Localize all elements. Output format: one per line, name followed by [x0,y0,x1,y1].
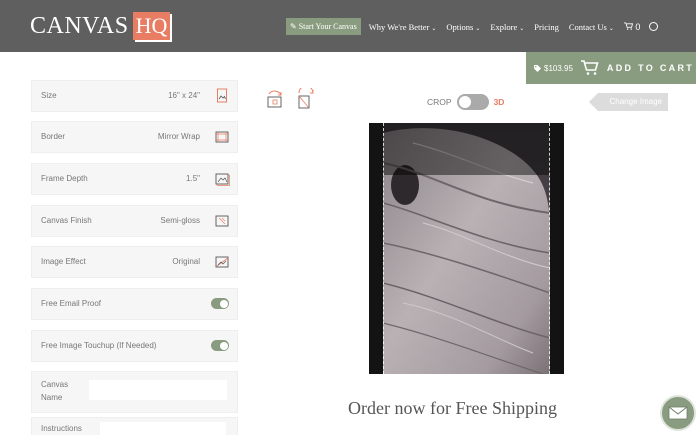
size-icon [217,88,227,103]
change-image-button[interactable]: Change Image [589,93,668,111]
instructions-label: Instructions [41,424,82,433]
canvas-name-label: Canvas Name [41,380,69,402]
cart-price: $103.95 [544,63,573,73]
chevron-down-icon: ⌄ [519,25,525,32]
nav-item-label: Why We're Better [368,21,430,32]
nav-item-explore[interactable]: Explore ⌄ [490,22,524,32]
option-value: 1.5" [186,174,200,183]
nav-item-label: Contact Us [568,21,607,32]
nav-item-contact[interactable]: Contact Us ⌄ [569,22,614,32]
chevron-down-icon: ⌄ [475,25,481,32]
nav-item-pricing[interactable]: Pricing [534,22,559,32]
email-proof-toggle[interactable] [211,298,229,309]
crop-3d-switch-row: CROP 3D [427,94,504,110]
canvas-name-input[interactable] [89,380,227,400]
nav-item-label: Pricing [534,21,559,32]
canvas-designer-page: CANVAS HQ ✎ Start Your Canvas Why We're … [0,0,696,435]
price-tag-icon [534,64,541,72]
flip-image-icon[interactable] [296,88,318,110]
option-label: Free Image Touchup (If Needed) [41,341,157,350]
user-icon[interactable] [649,22,659,31]
option-canvas-finish[interactable]: Canvas Finish Semi-gloss [31,205,238,237]
option-label: Frame Depth [41,174,88,183]
option-free-email-proof: Free Email Proof [31,288,238,320]
option-size[interactable]: Size 16" x 24" [31,80,238,112]
crop-mask-left [369,123,383,374]
image-touchup-toggle[interactable] [211,340,229,351]
cart-icon [580,60,599,75]
logo-badge: HQ [132,12,171,40]
rotate-image-icon[interactable] [264,88,286,110]
site-header: CANVAS HQ ✎ Start Your Canvas Why We're … [0,0,696,52]
crop-3d-toggle[interactable] [456,94,489,110]
option-canvas-name: Canvas Name [31,371,238,413]
border-icon [215,131,229,143]
crop-guide-left[interactable] [383,123,384,374]
option-value: Mirror Wrap [157,132,200,141]
option-instructions: Instructions [31,417,238,435]
chat-button[interactable] [660,395,696,431]
logo[interactable]: CANVAS HQ [30,11,171,41]
logo-text: CANVAS [30,12,129,39]
cart-icon [623,21,633,30]
nav-item-label: Explore [490,21,518,32]
chevron-down-icon: ⌄ [608,25,614,32]
frame-depth-icon [215,173,230,186]
option-image-effect[interactable]: Image Effect Original [31,246,238,278]
nav-item-options[interactable]: Options ⌄ [446,22,480,32]
option-border[interactable]: Border Mirror Wrap [31,121,238,153]
option-label: Canvas Finish [41,216,92,225]
envelope-icon [668,406,688,420]
option-label: Free Email Proof [41,299,102,308]
crop-guide-right[interactable] [549,123,550,374]
nav-item-label: Options [446,21,474,32]
crop-mask-right [550,123,564,374]
add-to-cart-label: ADD TO CART [606,63,695,73]
crop-label: CROP [427,97,452,107]
option-label: Size [41,91,57,100]
nav-item-why-better[interactable]: Why We're Better ⌄ [369,22,437,32]
nav-cart[interactable]: 0 [623,21,641,32]
option-value: 16" x 24" [168,91,200,100]
cart-count: 0 [635,21,641,32]
free-shipping-heading: Order now for Free Shipping [348,398,557,418]
instructions-input[interactable] [100,422,226,435]
option-value: Semi-gloss [160,216,200,225]
add-to-cart-button[interactable]: $103.95 ADD TO CART [526,52,696,84]
option-value: Original [172,257,200,266]
option-free-image-touchup: Free Image Touchup (If Needed) [31,330,238,362]
image-preview[interactable] [369,123,564,374]
option-frame-depth[interactable]: Frame Depth 1.5" [31,163,238,195]
main-nav: ✎ Start Your Canvas Why We're Better ⌄ Op… [286,18,659,35]
finish-icon [215,215,229,227]
option-label: Border [41,132,66,141]
effect-icon [215,256,229,268]
3d-label: 3D [493,97,505,107]
chevron-down-icon: ⌄ [431,25,437,32]
start-your-canvas-button[interactable]: ✎ Start Your Canvas [286,18,361,35]
option-label: Image Effect [41,257,86,266]
crop-mask-top [383,123,550,175]
